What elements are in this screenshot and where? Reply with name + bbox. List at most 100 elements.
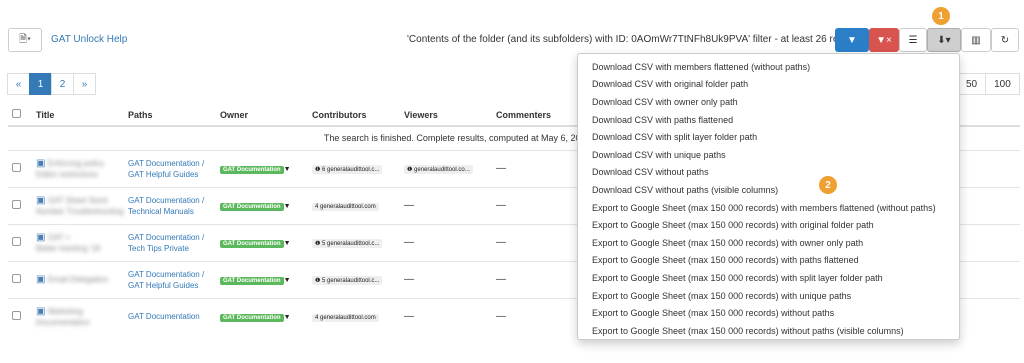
row-contributors: ❶ 6 generalaudittool.c... (308, 149, 400, 187)
row-path-line-2[interactable]: GAT Helpful Guides (128, 170, 198, 179)
contributors-tag[interactable]: 4 generalaudittool.com (312, 313, 379, 322)
row-checkbox[interactable] (12, 237, 21, 246)
columns-button[interactable]: ▥ (961, 28, 991, 52)
columns-icon: ▥ (971, 34, 981, 46)
row-path-line-1[interactable]: GAT Documentation / (128, 159, 204, 168)
pagination-next[interactable]: » (73, 73, 96, 95)
row-checkbox[interactable] (12, 274, 21, 283)
commenters-value: — (496, 311, 506, 323)
step-badge-1: 1 (932, 7, 950, 25)
filter-remove-icon: ▼× (876, 34, 892, 46)
dropdown-item[interactable]: Export to Google Sheet (max 150 000 reco… (578, 287, 959, 305)
row-title-line-2: Documentation (36, 317, 90, 327)
viewers-value[interactable]: — (404, 274, 414, 285)
page-size-50[interactable]: 50 (957, 73, 987, 95)
dropdown-item[interactable]: Download CSV with paths flattened (578, 111, 959, 129)
row-title[interactable]: ▣ GAT + Better tracking '18 (32, 223, 124, 261)
dropdown-item[interactable]: Export to Google Sheet (max 150 000 reco… (578, 304, 959, 322)
download-icon: ⬇▾ (937, 34, 951, 46)
pagination: « 1 2 » (7, 73, 96, 95)
row-title[interactable]: ▣ Enforcing policy Editor restrictions (32, 149, 124, 187)
column-header-owner[interactable]: Owner (216, 104, 308, 127)
viewers-value[interactable]: — (404, 237, 414, 248)
row-path-line-2[interactable]: GAT Helpful Guides (128, 281, 198, 290)
row-title-line-2: Editor restrictions (36, 169, 98, 179)
owner-caret-icon[interactable]: ▼ (284, 314, 291, 321)
column-header-contributors[interactable]: Contributors (308, 104, 400, 127)
contributors-tag[interactable]: 4 generalaudittool.com (312, 202, 379, 211)
viewers-value[interactable]: — (404, 311, 414, 322)
owner-caret-icon[interactable]: ▼ (284, 203, 291, 210)
row-title-line-1: Enforcing policy (47, 158, 105, 168)
dropdown-item[interactable]: Download CSV without paths (578, 164, 959, 182)
commenters-value: — (496, 200, 506, 211)
viewers-value[interactable]: ❶ generalaudittool.co... (404, 164, 473, 174)
row-path-line-2[interactable]: Technical Manuals (128, 207, 194, 216)
dropdown-item[interactable]: Download CSV without paths (visible colu… (578, 181, 959, 199)
owner-caret-icon[interactable]: ▼ (284, 240, 291, 247)
download-menu-button[interactable]: ⬇▾ (927, 28, 961, 52)
row-contributors: 4 generalaudittool.com (308, 186, 400, 224)
file-icon: ▣ (36, 274, 46, 285)
dropdown-item[interactable]: Download CSV with original folder path (578, 76, 959, 94)
viewers-value[interactable]: — (404, 200, 414, 211)
row-title[interactable]: ▣ Email Delegation (32, 260, 124, 298)
filter-options-button[interactable]: ☰ (899, 28, 927, 52)
row-path-line-1[interactable]: GAT Documentation (128, 312, 200, 321)
contributors-tag[interactable]: ❶ 6 generalaudittool.c... (312, 164, 383, 174)
row-title-line-2: Better tracking '18 (36, 243, 101, 253)
document-menu-button[interactable]: 🗎▾ (8, 28, 42, 52)
file-icon: ▣ (36, 305, 46, 317)
contributors-tag[interactable]: ❶ 5 generalaudittool.c... (312, 238, 383, 248)
row-path-line-2[interactable]: Tech Tips Private (128, 244, 189, 253)
row-checkbox[interactable] (12, 163, 21, 172)
commenters-value: — (496, 274, 506, 285)
row-viewers: ❶ generalaudittool.co... (400, 149, 492, 187)
dropdown-item[interactable]: Export to Google Sheet (max 150 000 reco… (578, 216, 959, 234)
file-icon: ▣ (36, 194, 46, 206)
dropdown-item[interactable]: Export to Google Sheet (max 150 000 reco… (578, 322, 959, 340)
row-paths: GAT Documentation / GAT Helpful Guides (124, 260, 216, 298)
page-size-100[interactable]: 100 (985, 73, 1020, 95)
owner-caret-icon[interactable]: ▼ (284, 277, 291, 284)
row-path-line-1[interactable]: GAT Documentation / (128, 233, 204, 242)
row-select-cell (8, 297, 32, 335)
row-path-line-1[interactable]: GAT Documentation / (128, 196, 204, 205)
row-contributors: ❶ 5 generalaudittool.c... (308, 223, 400, 261)
row-viewers: — (400, 297, 492, 335)
refresh-button[interactable]: ↻ (991, 28, 1019, 52)
column-header-paths[interactable]: Paths (124, 104, 216, 127)
remove-filter-button[interactable]: ▼× (869, 28, 899, 52)
dropdown-item[interactable]: Export to Google Sheet (max 150 000 reco… (578, 269, 959, 287)
dropdown-item[interactable]: Export to Google Sheet (max 150 000 reco… (578, 199, 959, 217)
column-header-title[interactable]: Title (32, 104, 124, 127)
row-path-line-1[interactable]: GAT Documentation / (128, 270, 204, 279)
document-icon: 🗎▾ (19, 33, 31, 45)
owner-tag: GAT Documentation (220, 165, 284, 174)
row-checkbox[interactable] (12, 311, 21, 321)
row-viewers: — (400, 223, 492, 261)
row-title[interactable]: ▣ Marketing Documentation (32, 297, 124, 335)
pagination-prev[interactable]: « (7, 73, 30, 95)
select-all-checkbox[interactable] (12, 109, 21, 118)
row-select-cell (8, 186, 32, 224)
column-header-viewers[interactable]: Viewers (400, 104, 492, 127)
dropdown-item[interactable]: Download CSV with split layer folder pat… (578, 128, 959, 146)
owner-caret-icon[interactable]: ▼ (284, 166, 291, 173)
contributors-tag[interactable]: ❶ 5 generalaudittool.c... (312, 275, 383, 285)
help-link[interactable]: GAT Unlock Help (51, 34, 127, 45)
dropdown-item[interactable]: Download CSV with members flattened (wit… (578, 58, 959, 76)
refresh-icon: ↻ (1000, 34, 1010, 46)
step-badge-2: 2 (819, 176, 837, 194)
row-title-line-1: Email Delegation (47, 275, 109, 284)
dropdown-item[interactable]: Download CSV with owner only path (578, 93, 959, 111)
dropdown-item[interactable]: Export to Google Sheet (max 150 000 reco… (578, 234, 959, 252)
dropdown-item[interactable]: Download CSV with unique paths (578, 146, 959, 164)
row-title[interactable]: ▣ GAT Sheet Send Number Troubleshooting (32, 186, 124, 224)
pagination-page-2[interactable]: 2 (51, 73, 74, 95)
download-dropdown-menu: Download CSV with members flattened (wit… (577, 53, 960, 340)
row-checkbox[interactable] (12, 200, 21, 209)
filter-button[interactable]: ▼ (835, 28, 869, 52)
pagination-page-1[interactable]: 1 (29, 73, 52, 95)
dropdown-item[interactable]: Export to Google Sheet (max 150 000 reco… (578, 252, 959, 270)
